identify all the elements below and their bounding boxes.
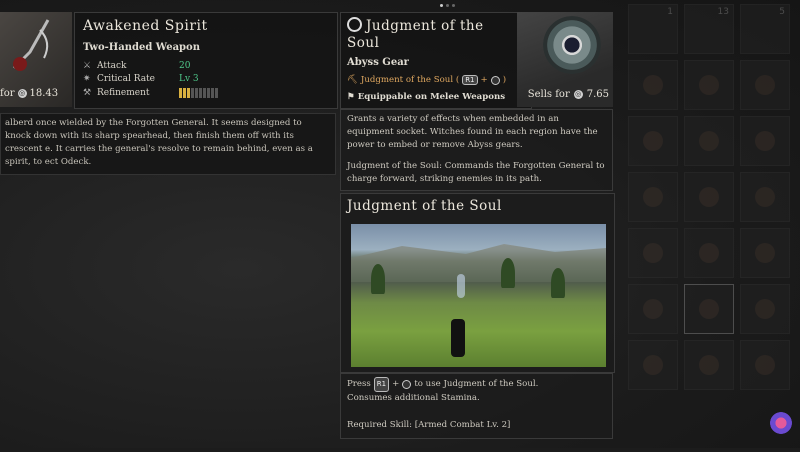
refinement-pip — [207, 88, 210, 98]
abyss-gear-image — [543, 16, 601, 74]
weapon-description: alberd once wielded by the Forgotten Gen… — [0, 113, 336, 175]
skill-preview-video — [351, 224, 606, 367]
stat-label: Refinement — [97, 88, 150, 98]
gear-header: Judgment of the Soul Abyss Gear ⛏ Judgme… — [340, 12, 532, 109]
refinement-pip — [179, 88, 182, 98]
press-text: to use Judgment of the Soul. — [414, 379, 539, 389]
skill-paren: ) — [502, 75, 507, 85]
skill-name: Judgment of the Soul ( — [360, 75, 460, 85]
refinement-pip — [199, 88, 202, 98]
inventory-slot[interactable] — [740, 284, 790, 334]
weapon-sell-price: for ◎ 18.43 — [0, 84, 58, 102]
circle-button-icon — [490, 75, 500, 85]
stamina-note: Consumes additional Stamina. — [347, 393, 480, 403]
abyss-gear-icon — [347, 17, 362, 32]
slot-count: 5 — [779, 7, 785, 17]
r1-button-icon: R1 — [462, 75, 478, 85]
inventory-slot[interactable]: 13 — [684, 4, 734, 54]
skill-icon: ⛏ — [347, 75, 358, 85]
weapon-tooltip: for ◎ 18.43 Awakened Spirit Two-Handed W… — [0, 12, 338, 109]
gear-skill-line: ⛏ Judgment of the Soul ( R1 + ) — [347, 75, 506, 85]
stat-attack: ⚔ Attack 20 — [83, 61, 190, 71]
refinement-bars — [179, 88, 218, 98]
inventory-slot[interactable]: 5 — [740, 4, 790, 54]
gear-title: Judgment of the Soul — [347, 17, 517, 52]
inventory-grid: 1 13 5 — [618, 0, 800, 452]
plus-sign: + — [480, 75, 488, 85]
refinement-pip — [211, 88, 214, 98]
stat-critical-rate: ✷ Critical Rate Lv 3 — [83, 74, 199, 84]
gear-image-panel: Sells for ◎ 7.65 — [517, 12, 613, 107]
refinement-pip — [191, 88, 194, 98]
press-line: Press R1 + to use Judgment of the Soul. — [347, 377, 606, 392]
sell-price: 7.65 — [586, 89, 609, 100]
refinement-pip — [195, 88, 198, 98]
press-label: Press — [347, 379, 371, 389]
sword-icon: ⚔ — [83, 61, 92, 71]
refinement-pip — [203, 88, 206, 98]
gear-title-text: Judgment of the Soul — [347, 18, 484, 51]
plus-sign: + — [392, 379, 400, 389]
gear-description: Grants a variety of effects when embedde… — [340, 109, 613, 191]
skill-preview-panel: Judgment of the Soul — [340, 193, 615, 373]
inventory-slot[interactable] — [740, 172, 790, 222]
coin-icon: ◎ — [17, 88, 27, 98]
stat-refinement: ⚒ Refinement — [83, 88, 218, 98]
gear-sell-price: Sells for ◎ 7.65 — [528, 89, 609, 100]
refinement-pip — [187, 88, 190, 98]
weapon-info: Awakened Spirit Two-Handed Weapon ⚔ Atta… — [74, 12, 338, 109]
inventory-slot-selected[interactable] — [684, 284, 734, 334]
inventory-slot[interactable] — [740, 228, 790, 278]
inventory-slot[interactable] — [684, 228, 734, 278]
skill-instructions: Press R1 + to use Judgment of the Soul. … — [340, 373, 613, 439]
slot-count: 1 — [667, 7, 673, 17]
inventory-slot[interactable] — [628, 228, 678, 278]
inventory-slot[interactable] — [628, 116, 678, 166]
sell-label: for — [0, 87, 15, 99]
page-indicator — [440, 4, 455, 7]
refinement-pip — [183, 88, 186, 98]
stat-value: Lv 3 — [179, 74, 199, 84]
weapon-type: Two-Handed Weapon — [83, 42, 200, 53]
inventory-slot[interactable]: 1 — [628, 4, 678, 54]
stat-value: 20 — [179, 61, 191, 71]
inventory-slot[interactable] — [740, 60, 790, 110]
gear-desc-paragraph: Grants a variety of effects when embedde… — [347, 114, 598, 150]
sell-price: 18.43 — [29, 87, 59, 99]
gear-type: Abyss Gear — [347, 57, 409, 68]
coin-icon: ◎ — [573, 90, 583, 99]
sell-label: Sells for — [527, 89, 570, 100]
gear-desc-paragraph: Judgment of the Soul: Commands the Forgo… — [347, 161, 605, 184]
inventory-slot[interactable] — [684, 340, 734, 390]
stat-label: Attack — [97, 61, 127, 71]
inventory-slot[interactable] — [628, 172, 678, 222]
inventory-slot[interactable] — [628, 340, 678, 390]
inventory-slot[interactable] — [684, 60, 734, 110]
gear-equip-line: ⚑ Equippable on Melee Weapons — [347, 92, 505, 102]
inventory-slot[interactable] — [684, 172, 734, 222]
inventory-slot[interactable] — [740, 340, 790, 390]
crit-icon: ✷ — [83, 74, 91, 84]
inventory-slot[interactable] — [684, 116, 734, 166]
weapon-title: Awakened Spirit — [83, 18, 208, 34]
slot-count: 13 — [717, 7, 729, 17]
r1-button-icon: R1 — [373, 377, 390, 392]
inventory-slot[interactable] — [740, 116, 790, 166]
inventory-slot[interactable] — [628, 284, 678, 334]
required-skill: Required Skill: [Armed Combat Lv. 2] — [347, 420, 511, 430]
equip-text: Equippable on Melee Weapons — [357, 92, 506, 102]
refine-icon: ⚒ — [83, 88, 92, 98]
circle-button-icon — [402, 380, 412, 389]
equip-icon: ⚑ — [347, 92, 355, 102]
skill-preview-title: Judgment of the Soul — [347, 198, 502, 214]
inventory-slot[interactable] — [628, 60, 678, 110]
refinement-pip — [215, 88, 218, 98]
app-logo-icon — [770, 412, 792, 434]
stat-label: Critical Rate — [97, 74, 155, 84]
